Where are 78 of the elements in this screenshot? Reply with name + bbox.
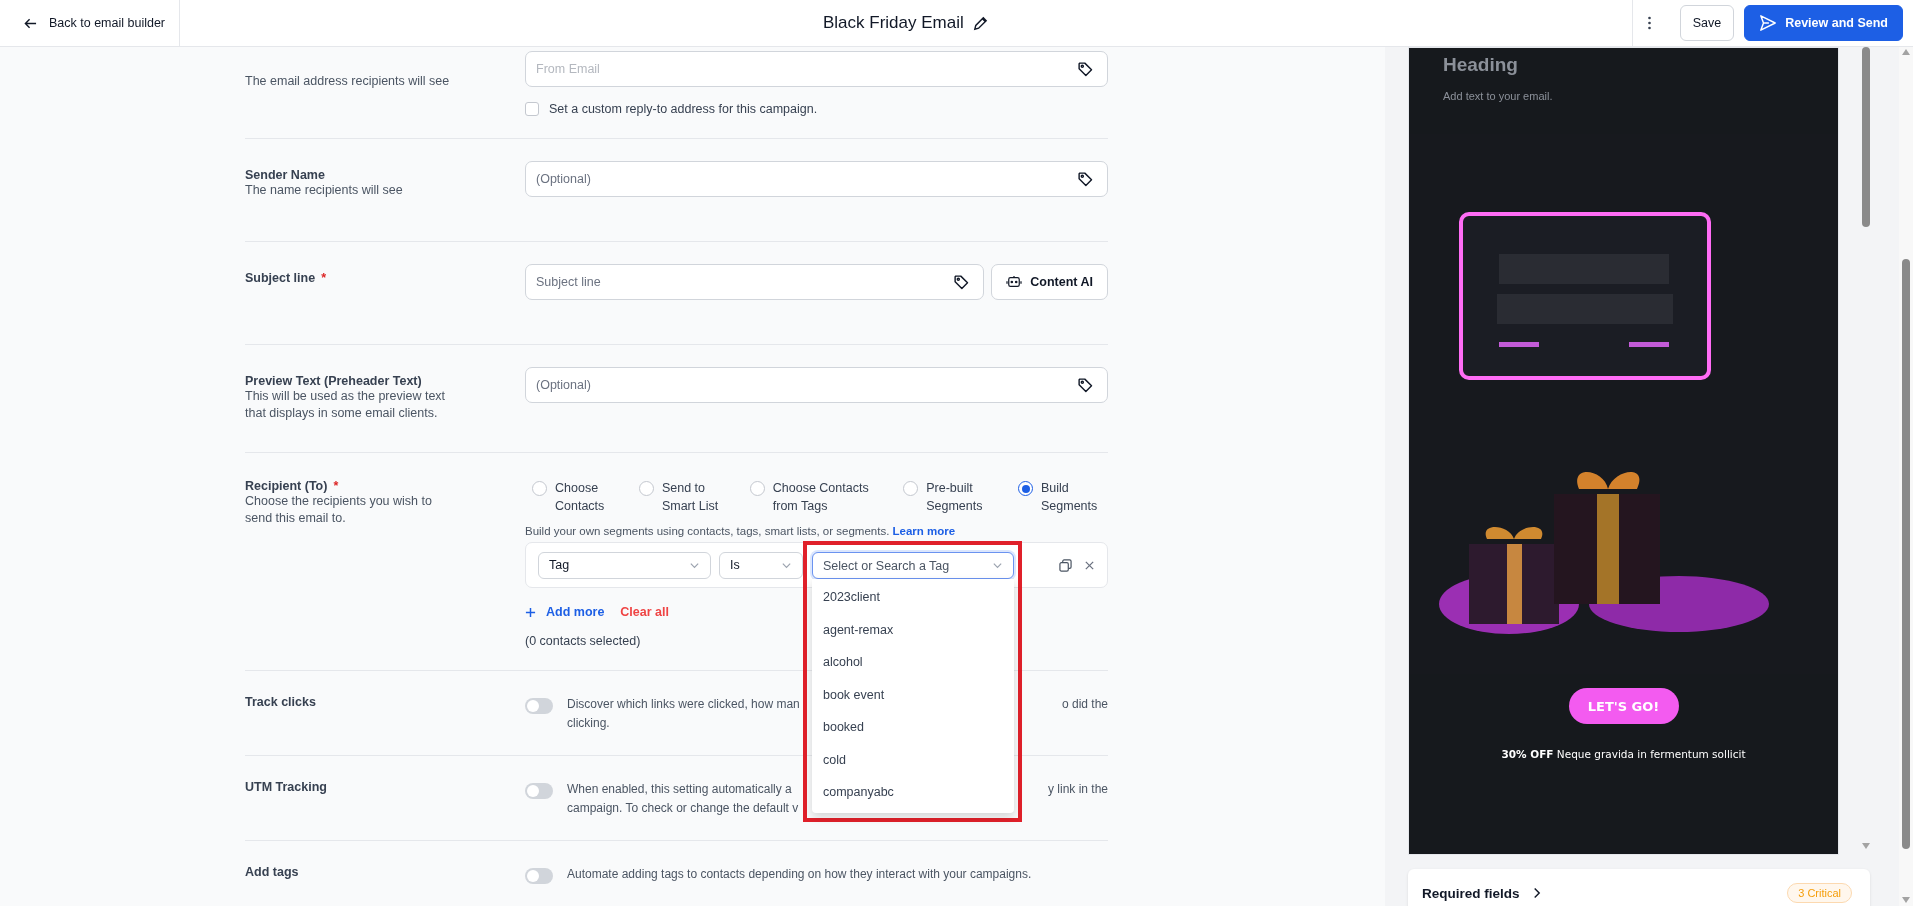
content-ai-button[interactable]: Content AI — [991, 264, 1108, 300]
setting-description: y link in the — [1047, 781, 1108, 798]
toggle-switch[interactable] — [525, 868, 553, 884]
setting-label: Track clicks — [245, 695, 317, 711]
setting-description: Automate adding tags to contacts depending on how they interact with your campaigns. — [567, 866, 1033, 883]
field-description: The email address recipients will see — [245, 73, 451, 90]
toggle-switch[interactable] — [525, 698, 553, 714]
email-title: Black Friday Email — [822, 13, 964, 33]
field-label: Preview Text (Preheader Text) — [245, 374, 422, 388]
preview-body-text: Add text to your email. — [1443, 90, 1554, 102]
setting-description: o did the — [1061, 696, 1108, 713]
tag-icon[interactable] — [953, 274, 971, 291]
preview-caption: 30% OFF Neque gravida in fermentum sollicit — [1501, 748, 1746, 760]
toggle-switch[interactable] — [525, 783, 553, 799]
chevron-down-icon — [992, 560, 1003, 571]
tag-icon[interactable] — [1077, 171, 1094, 188]
add-more-link[interactable]: Add more — [525, 605, 605, 619]
operator-select[interactable]: Is — [719, 551, 803, 579]
radio-label: Choose Contacts — [555, 480, 606, 515]
send-icon — [1759, 14, 1778, 32]
field-description: This will be used as the preview text that displays in some email clients. — [245, 388, 447, 422]
menu-item[interactable]: companyabc — [812, 776, 1014, 809]
more-icon[interactable] — [1646, 15, 1652, 31]
radio-button[interactable] — [532, 481, 547, 496]
contacts-count: (0 contacts selected) — [525, 634, 642, 648]
radio-label: Choose Contacts from Tags — [772, 480, 870, 515]
menu-item[interactable]: cold — [812, 743, 1014, 776]
required-fields-toggle[interactable]: Required fields — [1422, 885, 1541, 901]
page-scrollbar[interactable] — [1899, 47, 1913, 906]
menu-item[interactable]: agent-remax — [812, 613, 1014, 646]
clear-all-link[interactable]: Clear all — [620, 605, 669, 619]
radio-button[interactable] — [1018, 481, 1033, 496]
field-select[interactable]: Tag — [538, 551, 711, 579]
preview-heading: Heading — [1443, 54, 1519, 76]
menu-item[interactable]: alcohol — [812, 646, 1014, 679]
tag-icon[interactable] — [1077, 61, 1094, 78]
field-label: Subject line — [245, 271, 316, 285]
radio-label: Build Segments — [1041, 480, 1099, 515]
helper-text: Build your own segments using contacts, tags, smart lists, or segments. Learn more — [525, 525, 957, 537]
field-description: Choose the recipients you wish to send this email to. — [245, 493, 433, 527]
back-link[interactable]: Back to email builder — [0, 0, 180, 46]
radio-label: Pre-built Segments — [926, 480, 984, 515]
radio-button[interactable] — [638, 481, 654, 496]
checkbox-label: Set a custom reply-to address for this campaign. — [549, 102, 818, 116]
setting-description: When enabled, this setting automatically a — [567, 781, 792, 798]
plus-icon — [525, 606, 536, 618]
setting-description: clicking. — [567, 715, 610, 732]
menu-item[interactable]: booked — [812, 711, 1014, 744]
learn-more-link[interactable]: Learn more — [892, 525, 956, 537]
from-email-field[interactable]: From Email — [525, 51, 1108, 87]
copy-icon[interactable] — [1059, 558, 1072, 572]
robot-icon — [1006, 275, 1023, 289]
setting-description: Discover which links were clicked, how man — [567, 696, 800, 713]
menu-item[interactable]: 2023client — [812, 581, 1014, 614]
text-field[interactable]: Subject line — [525, 264, 985, 300]
setting-label: UTM Tracking — [245, 780, 328, 796]
critical-badge: 3 Critical — [1787, 883, 1852, 903]
radio-label: Send to Smart List — [661, 480, 720, 515]
field-label: Sender Name — [245, 168, 325, 182]
radio-button[interactable] — [749, 481, 765, 496]
save-button[interactable]: Save — [1679, 5, 1735, 41]
field-label: Recipient (To) — [245, 479, 328, 493]
setting-label: Add tags — [245, 865, 300, 881]
pencil-icon[interactable] — [971, 14, 989, 32]
menu-item[interactable]: book event — [812, 678, 1014, 711]
required-asterisk: * — [333, 479, 339, 493]
text-field[interactable]: (Optional) — [525, 367, 1108, 403]
close-icon[interactable] — [1084, 559, 1095, 571]
required-asterisk: * — [321, 271, 327, 285]
review-send-button[interactable]: Review and Send — [1744, 5, 1903, 41]
text-field[interactable]: (Optional) — [525, 161, 1108, 197]
tag-icon[interactable] — [1077, 377, 1094, 394]
setting-description: campaign. To check or change the default v — [567, 800, 799, 817]
tag-select[interactable]: Select or Search a Tag — [812, 552, 1014, 579]
field-description: The name recipients will see — [245, 182, 404, 199]
back-arrow-icon — [24, 16, 37, 30]
checkbox[interactable] — [525, 102, 539, 116]
radio-button[interactable] — [903, 481, 919, 496]
